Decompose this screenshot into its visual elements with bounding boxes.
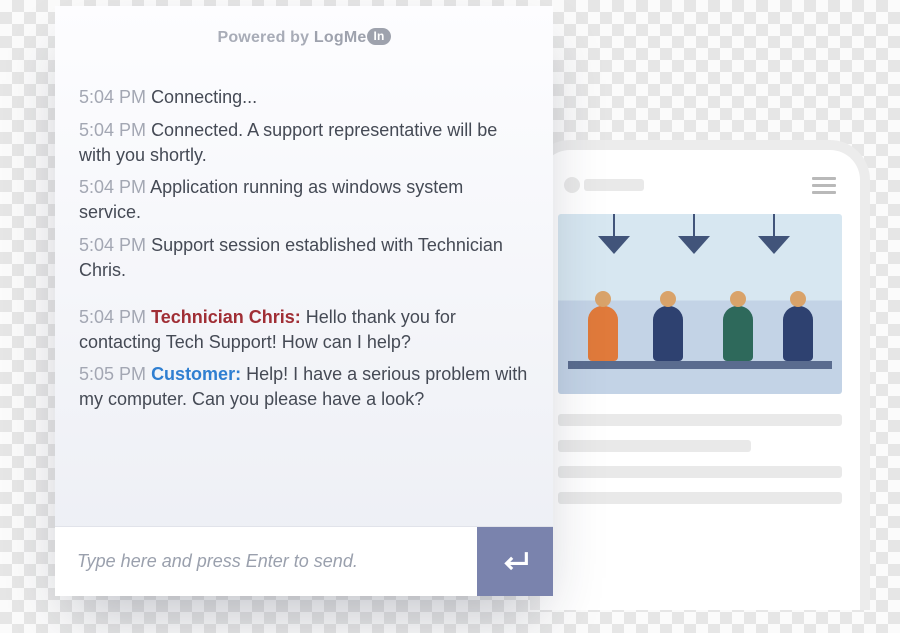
chat-panel: Powered by LogMeIn 5:04 PM Connecting...… bbox=[55, 6, 553, 596]
chat-timestamp: 5:04 PM bbox=[79, 87, 146, 107]
chat-system-message: 5:04 PM Connecting... bbox=[79, 85, 529, 110]
device-header bbox=[558, 168, 842, 202]
brand-placeholder-dot bbox=[564, 177, 580, 193]
hero-illustration bbox=[558, 214, 842, 394]
chat-input[interactable] bbox=[55, 527, 477, 596]
powered-by-label: Powered by LogMeIn bbox=[55, 6, 553, 77]
chat-timestamp: 5:04 PM bbox=[79, 307, 146, 327]
chat-message-text: Help! I have a serious problem with my c… bbox=[79, 364, 527, 409]
chat-gap bbox=[79, 291, 529, 305]
brand-placeholder-bar bbox=[584, 179, 644, 191]
brand-logo-text: LogMe bbox=[314, 29, 367, 46]
chat-input-row bbox=[55, 526, 553, 596]
chat-system-message: 5:04 PM Application running as windows s… bbox=[79, 175, 529, 225]
chat-sender-technician: Technician Chris: bbox=[151, 307, 301, 327]
enter-icon bbox=[498, 545, 532, 579]
device-screen bbox=[558, 168, 842, 610]
hamburger-icon[interactable] bbox=[812, 177, 836, 194]
chat-system-message: 5:04 PM Support session established with… bbox=[79, 233, 529, 283]
chat-message: 5:05 PM Customer: Help! I have a serious… bbox=[79, 362, 529, 412]
chat-timestamp: 5:04 PM bbox=[79, 177, 146, 197]
chat-message: 5:04 PM Technician Chris: Hello thank yo… bbox=[79, 305, 529, 355]
send-button[interactable] bbox=[477, 527, 553, 596]
chat-timestamp: 5:05 PM bbox=[79, 364, 146, 384]
skeleton-text bbox=[558, 414, 842, 504]
chat-sender-customer: Customer: bbox=[151, 364, 241, 384]
powered-by-prefix: Powered by bbox=[217, 29, 313, 46]
chat-timestamp: 5:04 PM bbox=[79, 120, 146, 140]
chat-message-text: Connecting... bbox=[151, 87, 257, 107]
chat-system-message: 5:04 PM Connected. A support representat… bbox=[79, 118, 529, 168]
chat-log: 5:04 PM Connecting... 5:04 PM Connected. … bbox=[55, 77, 553, 526]
device-frame bbox=[530, 140, 870, 610]
brand-logo-pill: In bbox=[367, 28, 390, 45]
chat-timestamp: 5:04 PM bbox=[79, 235, 146, 255]
